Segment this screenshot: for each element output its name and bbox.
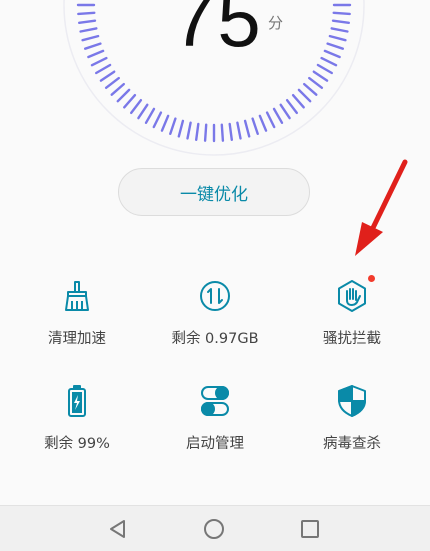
gauge-tick — [169, 117, 177, 136]
gauge-tick — [87, 49, 105, 59]
tile-label: 启动管理 — [186, 436, 244, 452]
gauge-tick — [94, 63, 112, 75]
system-navigation-bar — [0, 505, 430, 551]
data-transfer-icon — [198, 279, 232, 313]
gauge-tick — [258, 114, 268, 132]
gauge-tick — [279, 103, 291, 120]
gauge-tick — [328, 34, 347, 42]
gauge-tick — [332, 11, 351, 16]
gauge-tick — [326, 42, 344, 50]
gauge-tick — [312, 70, 329, 82]
gauge-tick — [110, 82, 126, 96]
gauge-tick — [323, 49, 341, 59]
gauge-tick — [186, 121, 192, 140]
tile-startup-manager[interactable]: 启动管理 — [143, 380, 287, 472]
tile-label: 清理加速 — [48, 331, 106, 347]
gauge-tick — [303, 82, 318, 96]
gauge-tick — [123, 93, 137, 109]
one-click-optimize-button[interactable]: 一键优化 — [118, 168, 310, 216]
recents-square-icon[interactable] — [298, 517, 322, 541]
gauge-tick — [144, 107, 156, 125]
gauge-tick — [81, 34, 100, 42]
gauge-tick — [320, 56, 338, 67]
gauge-tick — [272, 107, 284, 125]
home-circle-icon[interactable] — [202, 517, 226, 541]
gauge-tick — [291, 93, 305, 109]
notification-dot — [368, 275, 375, 282]
back-triangle-icon[interactable] — [106, 517, 130, 541]
toggle-icon — [198, 384, 232, 418]
gauge-tick — [79, 27, 98, 33]
battery-icon — [60, 384, 94, 418]
gauge-tick — [90, 56, 108, 67]
gauge-tick — [77, 19, 97, 24]
gauge-tick — [77, 11, 96, 16]
tile-label: 病毒查杀 — [323, 436, 381, 452]
tile-cleanup-speedup[interactable]: 清理加速 — [5, 275, 149, 367]
score-unit: 分 — [268, 14, 284, 32]
tile-label: 剩余 99% — [44, 436, 110, 452]
shield-icon — [335, 384, 369, 418]
gauge-tick — [194, 122, 200, 142]
gauge-tick — [116, 88, 131, 103]
gauge-tick — [203, 123, 208, 142]
broom-icon — [60, 279, 94, 313]
gauge-tick — [177, 119, 185, 138]
gauge-tick — [99, 70, 116, 82]
score-value: 75 — [172, 0, 263, 63]
gauge-tick — [129, 98, 143, 115]
gauge-tick — [297, 88, 312, 103]
gauge-tick — [104, 76, 121, 90]
gauge-tick — [220, 123, 225, 142]
gauge-tick — [265, 111, 276, 129]
gauge-tick — [308, 76, 324, 90]
tile-virus-scan[interactable]: 病毒查杀 — [280, 380, 424, 472]
gauge-tick — [236, 121, 242, 140]
hand-block-icon — [335, 275, 375, 313]
tile-label: 骚扰拦截 — [323, 331, 381, 347]
gauge-tick — [160, 114, 170, 132]
gauge-tick — [316, 63, 333, 75]
gauge-tick — [285, 98, 298, 115]
tile-data-remaining[interactable]: 剩余 0.97GB — [143, 275, 287, 367]
tile-harassment-block[interactable]: 骚扰拦截 — [280, 275, 424, 367]
gauge-tick — [243, 119, 251, 138]
gauge-tick — [152, 111, 163, 129]
gauge-tick — [330, 27, 349, 33]
gauge-tick — [228, 122, 234, 142]
tile-label: 剩余 0.97GB — [171, 331, 259, 347]
gauge-tick — [83, 42, 102, 50]
gauge-tick — [137, 103, 149, 120]
gauge-tick — [331, 19, 350, 24]
gauge-tick — [251, 117, 259, 136]
tile-battery[interactable]: 剩余 99% — [5, 380, 149, 472]
